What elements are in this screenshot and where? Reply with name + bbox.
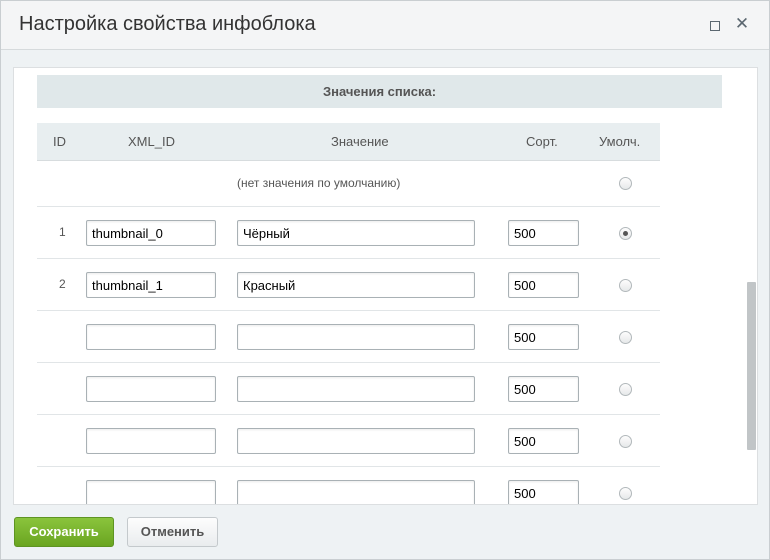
property-settings-dialog: Настройка свойства инфоблока ✕ Значения … [0, 0, 770, 560]
dialog-title: Настройка свойства инфоблока [19, 13, 316, 35]
xml-id-input[interactable] [86, 376, 216, 402]
maximize-icon[interactable] [706, 16, 724, 34]
sort-input[interactable] [508, 272, 579, 298]
no-default-radio[interactable] [619, 177, 632, 190]
dialog-titlebar[interactable]: Настройка свойства инфоблока ✕ [1, 1, 769, 50]
section-header: Значения списка: [37, 75, 722, 108]
close-icon[interactable]: ✕ [733, 16, 751, 34]
default-radio[interactable] [619, 435, 632, 448]
sort-input[interactable] [508, 220, 579, 246]
vertical-scrollbar[interactable] [745, 68, 757, 504]
column-header-sort: Сорт. [526, 134, 558, 149]
cancel-button[interactable]: Отменить [127, 517, 218, 547]
value-input[interactable] [237, 480, 475, 504]
value-input[interactable] [237, 428, 475, 454]
default-radio[interactable] [619, 227, 632, 240]
column-header-value: Значение [331, 134, 389, 149]
xml-id-input[interactable] [86, 220, 216, 246]
sort-input[interactable] [508, 324, 579, 350]
default-radio[interactable] [619, 331, 632, 344]
table-row: 1 [37, 207, 660, 259]
default-radio[interactable] [619, 383, 632, 396]
row-id: 1 [59, 225, 66, 239]
column-header-xml-id: XML_ID [128, 134, 175, 149]
xml-id-input[interactable] [86, 480, 216, 504]
table-row: 2 [37, 259, 660, 311]
table-row [37, 467, 660, 504]
no-default-row: (нет значения по умолчанию) [37, 161, 660, 207]
table-row [37, 311, 660, 363]
xml-id-input[interactable] [86, 428, 216, 454]
table-row [37, 363, 660, 415]
value-input[interactable] [237, 376, 475, 402]
row-id: 2 [59, 277, 66, 291]
sort-input[interactable] [508, 428, 579, 454]
save-button[interactable]: Сохранить [14, 517, 114, 547]
value-input[interactable] [237, 272, 475, 298]
no-default-label: (нет значения по умолчанию) [237, 176, 401, 190]
sort-input[interactable] [508, 376, 579, 402]
xml-id-input[interactable] [86, 272, 216, 298]
list-values-table: ID XML_ID Значение Сорт. Умолч. (нет зна… [37, 123, 660, 504]
column-header-id: ID [53, 134, 66, 149]
table-row [37, 415, 660, 467]
scrollbar-thumb[interactable] [747, 282, 756, 450]
xml-id-input[interactable] [86, 324, 216, 350]
column-header-default: Умолч. [599, 134, 641, 149]
default-radio[interactable] [619, 487, 632, 500]
dialog-content: Значения списка: ID XML_ID Значение Сорт… [13, 67, 758, 505]
value-input[interactable] [237, 220, 475, 246]
value-input[interactable] [237, 324, 475, 350]
sort-input[interactable] [508, 480, 579, 504]
default-radio[interactable] [619, 279, 632, 292]
table-header: ID XML_ID Значение Сорт. Умолч. [37, 123, 660, 161]
